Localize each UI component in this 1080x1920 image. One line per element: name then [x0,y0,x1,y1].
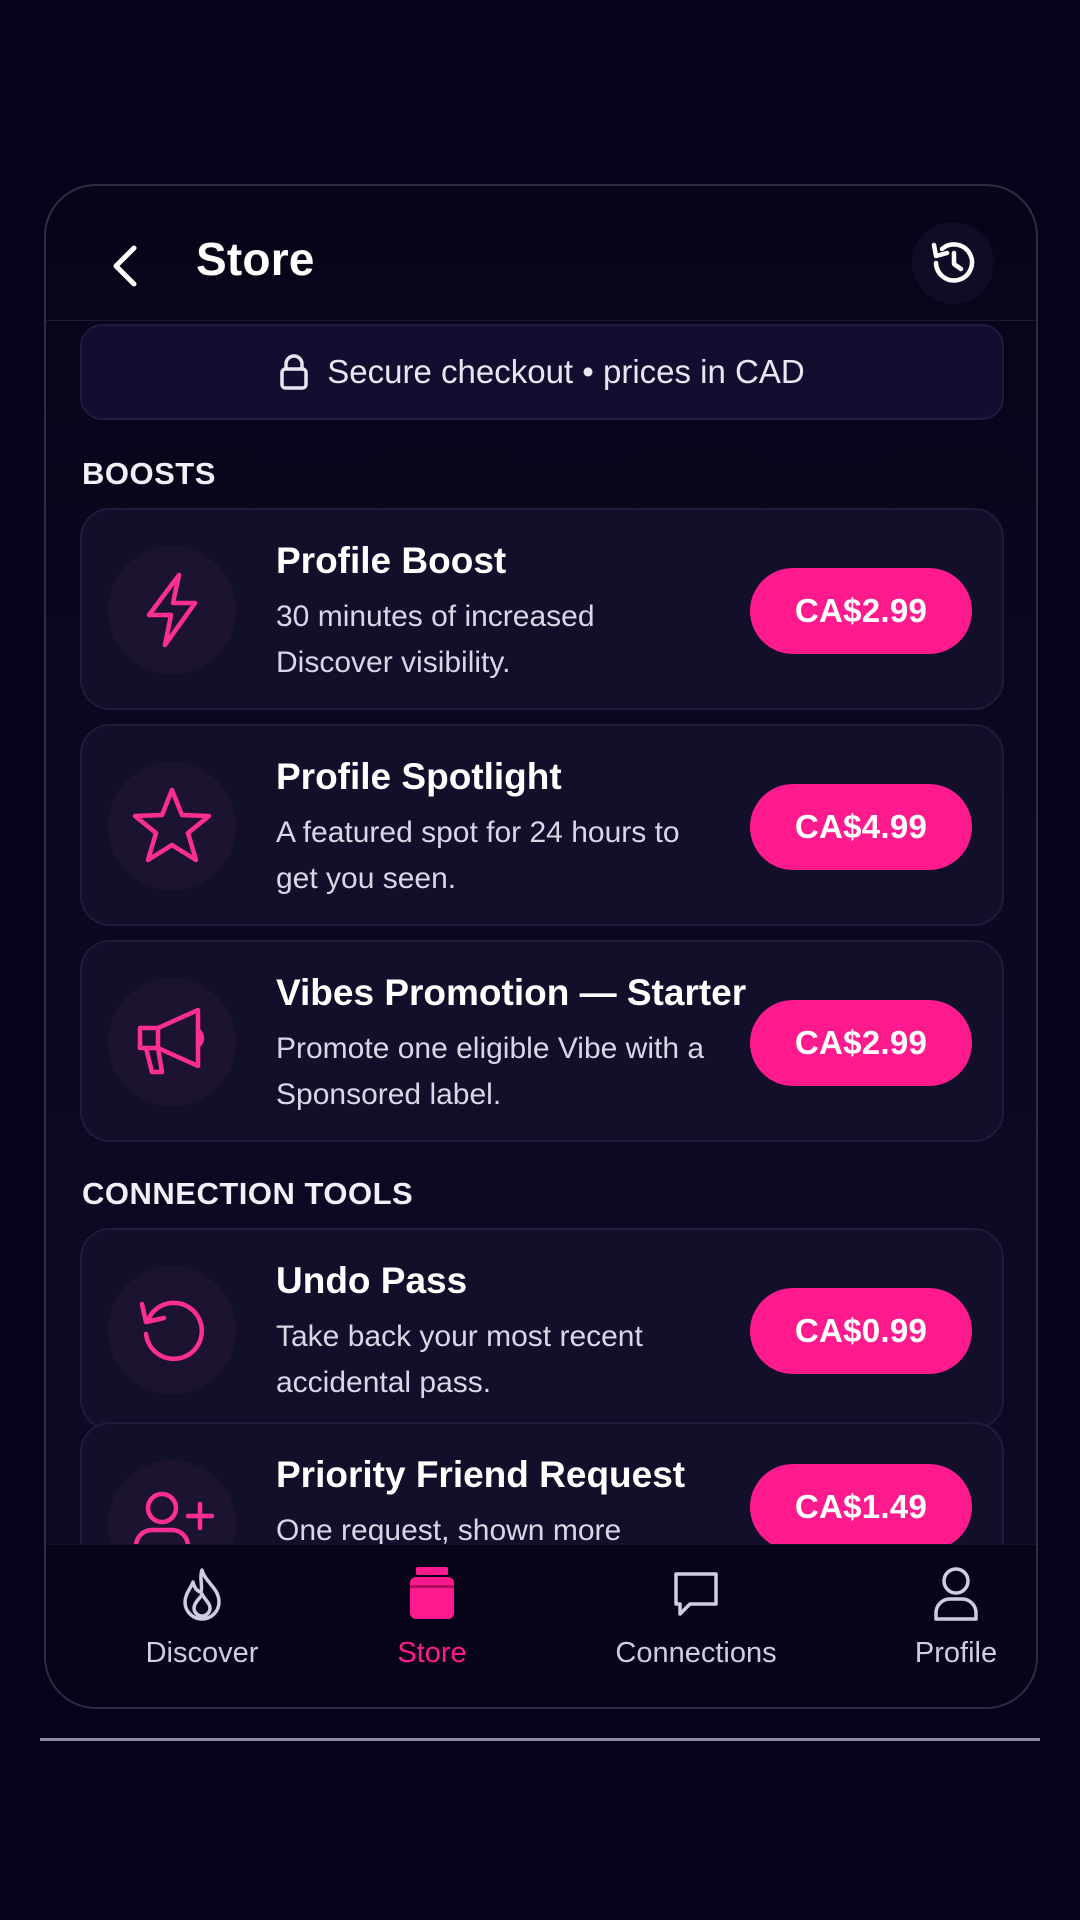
purchase-history-button[interactable] [912,222,994,304]
lightning-icon [108,546,236,674]
buy-button[interactable]: CA$4.99 [750,784,972,870]
header-divider [46,320,1036,321]
item-description: 30 minutes of increased Discover visibil… [276,600,595,679]
tab-connections[interactable]: Connections [586,1559,806,1689]
bottom-tab-bar: Discover Store Connections Profile [46,1544,1036,1707]
item-description: Take back your most recent accidental pa… [276,1320,643,1399]
header: Store [46,186,1036,320]
item-title: Profile Boost [276,540,507,581]
store-item-undo-pass: Undo Pass Take back your most recent acc… [80,1228,1004,1430]
undo-icon [108,1266,236,1394]
section-header-connection-tools: CONNECTION TOOLS [82,1176,414,1211]
section-header-boosts: BOOSTS [82,456,216,491]
buy-button[interactable]: CA$0.99 [750,1288,972,1374]
store-icon [406,1559,458,1629]
secure-checkout-banner: Secure checkout • prices in CAD [80,324,1004,420]
chat-icon [670,1559,722,1629]
item-description: A featured spot for 24 hours to get you … [276,816,680,895]
tab-store[interactable]: Store [322,1559,542,1689]
item-description: Promote one eligible Vibe with a Sponsor… [276,1032,705,1111]
person-icon [932,1559,980,1629]
store-item-profile-spotlight: Profile Spotlight A featured spot for 24… [80,724,1004,926]
item-title: Undo Pass [276,1260,468,1301]
item-title: Vibes Promotion — Starter [276,972,747,1013]
buy-button[interactable]: CA$2.99 [750,1000,972,1086]
chevron-left-icon [113,245,137,287]
star-icon [108,762,236,890]
store-item-profile-boost: Profile Boost 30 minutes of increased Di… [80,508,1004,710]
buy-button[interactable]: CA$1.49 [750,1464,972,1550]
history-icon [931,242,975,283]
secure-checkout-text: Secure checkout • prices in CAD [327,353,805,390]
tab-label: Store [397,1637,467,1669]
tab-label: Discover [145,1637,259,1669]
page-title: Store [196,233,315,285]
store-item-vibes-promotion: Vibes Promotion — Starter Promote one el… [80,940,1004,1142]
lock-icon [279,353,309,391]
item-title: Priority Friend Request [276,1454,686,1495]
flame-icon [179,1559,225,1629]
tab-label: Profile [914,1637,998,1669]
tab-discover[interactable]: Discover [92,1559,312,1689]
megaphone-icon [108,978,236,1106]
back-button[interactable] [96,236,156,296]
item-title: Profile Spotlight [276,756,562,797]
tab-label: Connections [615,1637,777,1669]
divider-line [40,1738,1040,1741]
buy-button[interactable]: CA$2.99 [750,568,972,654]
store-screen: Store Secure checkout • prices in CAD BO… [44,184,1038,1709]
tab-profile[interactable]: Profile [846,1559,1036,1689]
